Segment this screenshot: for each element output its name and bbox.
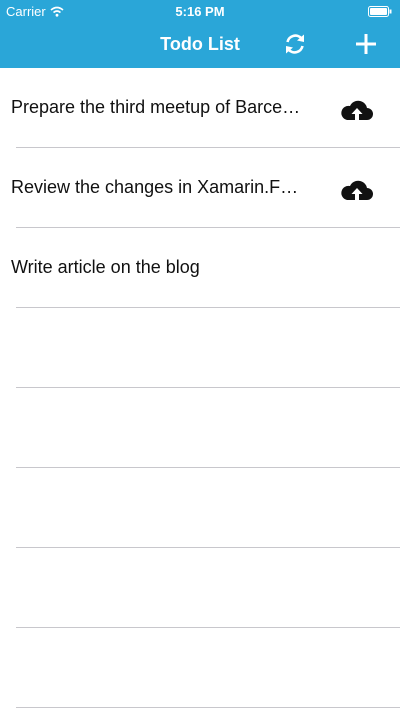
empty-row bbox=[0, 388, 400, 468]
todo-row[interactable]: Write article on the blog bbox=[0, 228, 400, 308]
todo-list: Prepare the third meetup of Barcelona Re… bbox=[0, 68, 400, 708]
empty-row bbox=[0, 548, 400, 628]
empty-row bbox=[0, 628, 400, 708]
cloud-upload-icon[interactable] bbox=[340, 179, 374, 201]
status-time: 5:16 PM bbox=[175, 4, 225, 19]
todo-text: Write article on the blog bbox=[11, 257, 200, 277]
empty-row bbox=[0, 468, 400, 548]
plus-icon bbox=[356, 34, 376, 54]
todo-text: Review the changes in Xamarin.Forms bbox=[11, 177, 303, 197]
battery-icon bbox=[368, 6, 392, 17]
todo-text: Prepare the third meetup of Barcelona bbox=[11, 97, 303, 117]
page-title: Todo List bbox=[160, 34, 240, 54]
todo-row[interactable]: Prepare the third meetup of Barcelona bbox=[0, 68, 400, 148]
empty-row bbox=[0, 308, 400, 388]
add-button[interactable] bbox=[350, 30, 382, 58]
nav-bar: Carrier 5:16 PM Todo List bbox=[0, 0, 400, 68]
status-bar: Carrier 5:16 PM bbox=[0, 0, 400, 22]
refresh-button[interactable] bbox=[279, 30, 311, 58]
todo-row[interactable]: Review the changes in Xamarin.Forms bbox=[0, 148, 400, 228]
cloud-upload-icon[interactable] bbox=[340, 99, 374, 121]
refresh-icon bbox=[286, 34, 304, 54]
todo-screen: Carrier 5:16 PM Todo List Prepare the th… bbox=[0, 0, 400, 711]
